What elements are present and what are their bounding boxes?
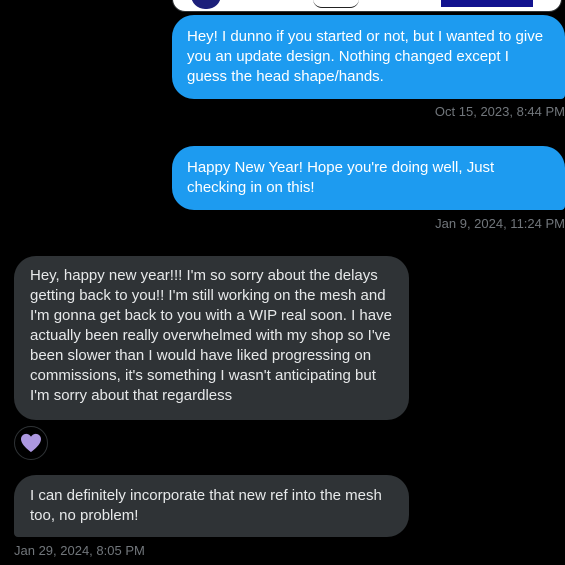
message-bubble-received[interactable]: Hey, happy new year!!! I'm so sorry abou…	[14, 256, 409, 420]
attachment-sketch	[313, 0, 359, 8]
message-thread: Hey! I dunno if you started or not, but …	[0, 0, 565, 565]
message-bubble-sent[interactable]: Hey! I dunno if you started or not, but …	[172, 15, 565, 99]
message-text: Happy New Year! Hope you're doing well, …	[187, 159, 495, 196]
message-text: Hey! I dunno if you started or not, but …	[187, 28, 544, 85]
reaction-badge[interactable]	[14, 426, 48, 460]
message-text: I can definitely incorporate that new re…	[30, 487, 382, 524]
message-timestamp: Oct 15, 2023, 8:44 PM	[434, 104, 565, 119]
message-bubble-received[interactable]: I can definitely incorporate that new re…	[14, 475, 409, 537]
purple-heart-icon	[21, 433, 41, 453]
attachment-swatch	[441, 0, 533, 7]
message-text: Hey, happy new year!!! I'm so sorry abou…	[30, 267, 392, 404]
message-timestamp: Jan 29, 2024, 8:05 PM	[14, 543, 145, 558]
message-bubble-sent[interactable]: Happy New Year! Hope you're doing well, …	[172, 146, 565, 210]
attachment-figure	[191, 0, 221, 9]
image-attachment[interactable]	[172, 0, 562, 12]
message-timestamp: Jan 9, 2024, 11:24 PM	[435, 216, 565, 231]
